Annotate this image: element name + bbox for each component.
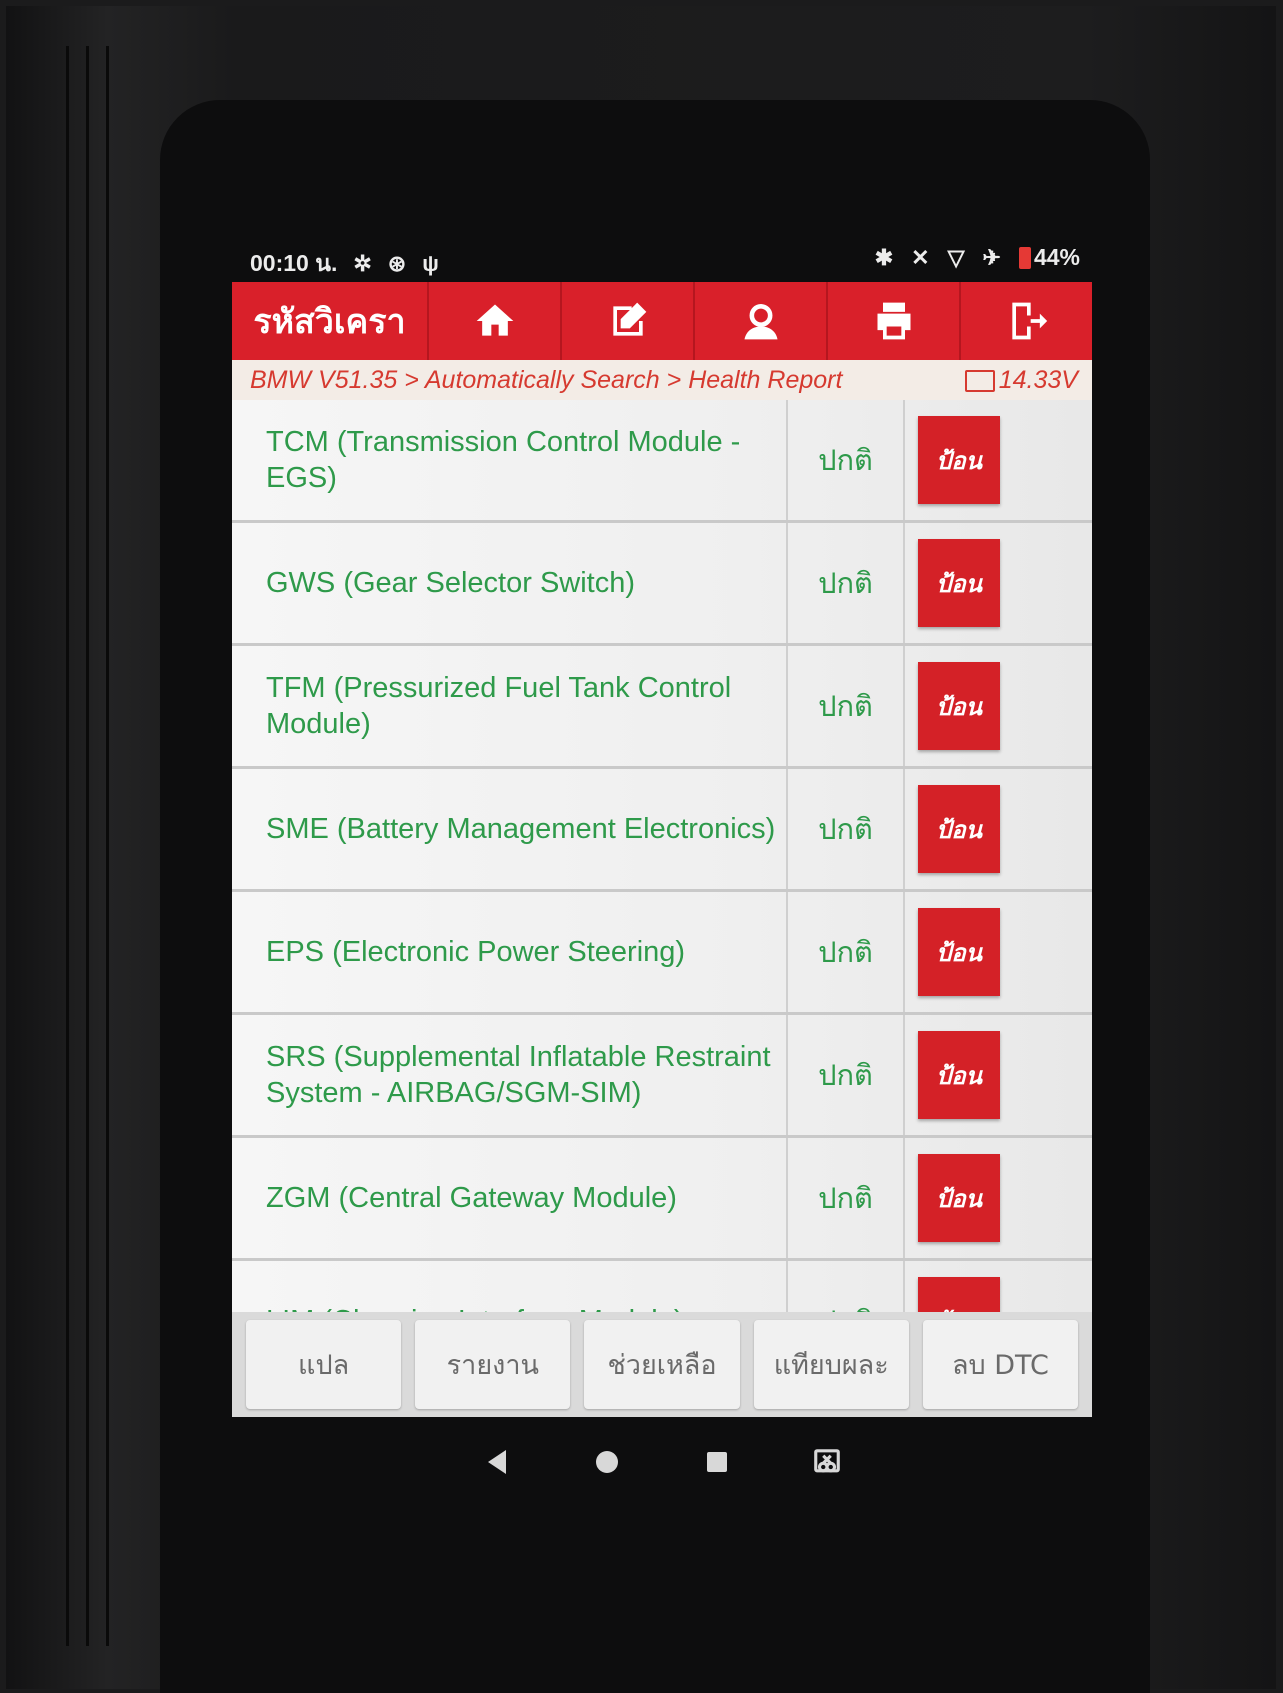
battery-percent: 44% bbox=[1033, 244, 1080, 270]
table-row: TFM (Pressurized Fuel Tank Control Modul… bbox=[232, 646, 1092, 769]
accessibility-icon: ⊛ bbox=[387, 251, 407, 276]
module-name: ZGM (Central Gateway Module) bbox=[266, 1182, 677, 1214]
bluetooth-icon: ✱ bbox=[874, 244, 894, 270]
table-row: ZGM (Central Gateway Module) ปกติ ป้อน bbox=[232, 1138, 1092, 1261]
report-button[interactable]: รายงาน bbox=[415, 1320, 571, 1409]
module-status: ปกติ bbox=[786, 400, 905, 520]
car-battery-icon bbox=[964, 369, 995, 392]
enter-button[interactable]: ป้อน bbox=[918, 1031, 1000, 1119]
system-navbar bbox=[232, 1417, 1092, 1507]
module-name: TFM (Pressurized Fuel Tank Control Modul… bbox=[266, 672, 732, 740]
module-list[interactable]: TCM (Transmission Control Module - EGS) … bbox=[232, 400, 1092, 1312]
top-toolbar: รหัสวิเครา bbox=[232, 282, 1092, 360]
edit-icon bbox=[612, 302, 646, 336]
module-name: SME (Battery Management Electronics) bbox=[266, 813, 776, 845]
enter-button[interactable]: ป้อน bbox=[918, 416, 1000, 504]
module-status: ปกติ bbox=[786, 1138, 905, 1258]
module-status: ปกติ bbox=[786, 892, 905, 1012]
gear-icon: ✲ bbox=[353, 251, 372, 276]
print-button[interactable] bbox=[826, 282, 959, 360]
home-nav-button[interactable] bbox=[587, 1442, 627, 1482]
edit-button[interactable] bbox=[560, 282, 693, 360]
table-row: GWS (Gear Selector Switch) ปกติ ป้อน bbox=[232, 523, 1092, 646]
table-row: LIM (Charging Interface Module) ปกติ ป้อ… bbox=[232, 1261, 1092, 1312]
status-time: 00:10 น. bbox=[250, 250, 338, 276]
status-bar: 00:10 น. ✲ ⊛ ψ ✱ ✕ ▽ ✈ 44% bbox=[232, 236, 1092, 282]
module-name: EPS (Electronic Power Steering) bbox=[266, 936, 686, 968]
breadcrumb-item[interactable]: BMW V51.35 bbox=[250, 366, 397, 394]
breadcrumb-separator: > bbox=[397, 366, 425, 394]
module-status: ปกติ bbox=[786, 769, 905, 889]
table-row: TCM (Transmission Control Module - EGS) … bbox=[232, 400, 1092, 523]
home-button[interactable] bbox=[427, 282, 560, 360]
bezel-groove bbox=[106, 46, 109, 1646]
enter-button[interactable]: ป้อน bbox=[918, 908, 1000, 996]
voltage-value: 14.33V bbox=[998, 366, 1078, 394]
table-row: SRS (Supplemental Inflatable Restraint S… bbox=[232, 1015, 1092, 1138]
bezel-groove bbox=[66, 46, 69, 1646]
module-name: SRS (Supplemental Inflatable Restraint S… bbox=[266, 1041, 771, 1109]
home-icon bbox=[476, 304, 513, 336]
breadcrumb-separator: > bbox=[659, 366, 689, 394]
back-button[interactable] bbox=[477, 1442, 517, 1482]
exit-button[interactable] bbox=[959, 282, 1092, 360]
usb-icon: ψ bbox=[422, 251, 439, 276]
translate-button[interactable]: แปล bbox=[246, 1320, 402, 1409]
module-name: LIM (Charging Interface Module) bbox=[266, 1261, 786, 1312]
back-icon bbox=[488, 1450, 506, 1474]
module-status: ปกติ bbox=[786, 1261, 905, 1312]
home-circle-icon bbox=[596, 1451, 618, 1473]
breadcrumb-item[interactable]: Automatically Search bbox=[425, 366, 660, 394]
help-button[interactable]: ช่วยเหลือ bbox=[584, 1320, 740, 1409]
wifi-icon: ▽ bbox=[947, 244, 965, 270]
breadcrumb-item: Health Report bbox=[688, 366, 843, 394]
exit-icon bbox=[1011, 302, 1047, 340]
module-status: ปกติ bbox=[786, 523, 905, 643]
clear-dtc-button[interactable]: ลบ DTC bbox=[922, 1320, 1079, 1409]
battery-icon: 44% bbox=[1018, 244, 1080, 271]
module-status: ปกติ bbox=[786, 646, 905, 766]
enter-button[interactable]: ป้อน bbox=[918, 785, 1000, 873]
print-icon bbox=[877, 302, 910, 340]
battery-voltage: 14.33V bbox=[964, 366, 1078, 395]
module-name: GWS (Gear Selector Switch) bbox=[266, 567, 636, 599]
screenshot-icon bbox=[814, 1449, 840, 1473]
enter-button[interactable]: ป้อน bbox=[918, 662, 1000, 750]
mute-icon: ✕ bbox=[911, 244, 930, 270]
user-icon bbox=[744, 304, 777, 340]
table-row: SME (Battery Management Electronics) ปกต… bbox=[232, 769, 1092, 892]
compare-button[interactable]: แทียบผละ bbox=[753, 1320, 909, 1409]
recent-apps-button[interactable] bbox=[697, 1442, 737, 1482]
table-row: EPS (Electronic Power Steering) ปกติ ป้อ… bbox=[232, 892, 1092, 1015]
enter-button[interactable]: ป้อน bbox=[918, 1277, 1000, 1312]
module-name: TCM (Transmission Control Module - EGS) bbox=[266, 426, 741, 494]
recent-apps-icon bbox=[707, 1452, 727, 1472]
enter-button[interactable]: ป้อน bbox=[918, 539, 1000, 627]
breadcrumb: BMW V51.35 > Automatically Search > Heal… bbox=[232, 360, 1092, 401]
airplane-icon: ✈ bbox=[982, 244, 1001, 270]
bottom-action-bar: แปล รายงาน ช่วยเหลือ แทียบผละ ลบ DTC bbox=[232, 1312, 1092, 1417]
user-button[interactable] bbox=[693, 282, 826, 360]
app-title: รหัสวิเครา bbox=[253, 302, 406, 342]
diagnostic-app: รหัสวิเครา BMW V51.35 > Automatically Se… bbox=[232, 282, 1092, 1417]
enter-button[interactable]: ป้อน bbox=[918, 1154, 1000, 1242]
bezel-groove bbox=[86, 46, 89, 1646]
module-status: ปกติ bbox=[786, 1015, 905, 1135]
screenshot-button[interactable] bbox=[807, 1442, 847, 1482]
